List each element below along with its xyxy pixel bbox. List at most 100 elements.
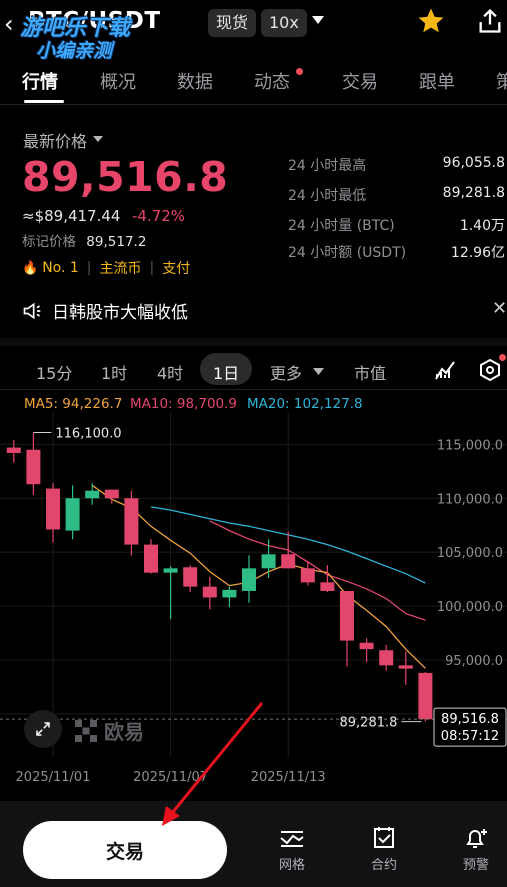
payment-tag[interactable]: 支付 [162,258,190,278]
okx-logo-icon [75,719,97,742]
last-price: 89,516.8 [22,153,229,201]
candle-body[interactable] [163,568,178,573]
back-icon[interactable]: ‹ [4,10,14,38]
candle-body[interactable] [144,544,158,573]
candle-body[interactable] [418,672,433,720]
interval-more[interactable]: 更多 [270,360,302,384]
mark-price-label: 标记价格 [22,234,76,250]
x-tick-label: 2025/11/01 [16,770,91,785]
interval-1h[interactable]: 1时 [101,360,127,384]
chevron-down-icon [93,136,104,142]
candle-body[interactable] [300,568,315,583]
countdown-label: 08:57:12 [441,729,499,744]
y-tick-label: 115,000.0 [437,438,503,453]
last-price-tag: 89,516.8 [441,712,499,727]
tab-data[interactable]: 数据 [177,68,213,94]
indicator-icon[interactable] [433,358,457,382]
rank-tag[interactable]: No. 1 [42,260,79,276]
x-tick-label: 2025/11/07 [133,770,208,785]
leverage-badge[interactable]: 10x [261,9,307,37]
stat-label: 24 小时量 (BTC) [288,218,395,234]
stat-label: 24 小时最高 [288,158,367,174]
interval-4h[interactable]: 4时 [157,360,183,384]
grid-button[interactable]: 网格 [262,826,322,873]
candle-body[interactable] [320,582,335,591]
chevron-down-icon [313,368,324,375]
tab-trade[interactable]: 交易 [342,68,378,94]
interval-15m[interactable]: 15分 [36,360,72,384]
share-icon[interactable] [476,6,504,36]
alert-button[interactable]: 预警 [446,826,506,873]
high-price-label: 116,100.0 [55,426,121,441]
tabs-divider [0,104,507,105]
top-bar: ‹ BTC/USDT 游吧乐下载 小编亲测 现货 10x [0,0,507,62]
price-change-percent: -4.72% [132,207,186,225]
candle-body[interactable] [46,488,60,530]
close-icon[interactable]: ✕ [492,298,507,319]
candle-body[interactable] [242,568,256,591]
favorite-star-icon[interactable] [416,6,446,36]
contract-label: 合约 [370,858,397,873]
stat-value: 89,281.8 [442,185,505,201]
fullscreen-button[interactable] [24,710,62,748]
active-tab-indicator [24,100,64,103]
candle-body[interactable] [104,489,119,499]
chart-settings-icon[interactable] [478,358,502,382]
candle-body[interactable] [65,498,80,531]
candle-body[interactable] [124,498,139,545]
main-tabs: 行情 概况 数据 动态 交易 跟单 策 [0,62,507,102]
tag-divider: | [149,260,155,276]
stat-label: 24 小时最低 [288,188,367,204]
news-text: 日韩股市大幅收低 [52,303,188,323]
spot-badge[interactable]: 现货 [208,9,257,37]
candle-body[interactable] [359,642,374,650]
ma10-legend: MA10: 98,700.9 [130,396,238,412]
tab-market[interactable]: 行情 [22,68,58,94]
last-price-label: 最新价格 [23,132,88,151]
stat-value: 96,055.8 [442,155,505,171]
trade-button[interactable]: 交易 [23,821,227,879]
stat-label: 24 小时额 (USDT) [288,245,407,261]
expand-icon [36,722,50,736]
candle-body[interactable] [202,586,217,598]
ma20-legend: MA20: 102,127.8 [247,396,363,412]
candle-body[interactable] [261,554,276,569]
candle-body[interactable] [222,589,237,598]
candle-body[interactable] [379,650,394,666]
mark-price-value: 89,517.2 [86,234,147,250]
candle-body[interactable] [340,590,354,641]
stat-value: 12.96亿 [450,245,505,261]
interval-1d[interactable]: 1日 [213,360,239,384]
y-tick-label: 100,000.0 [437,600,503,615]
interval-divider [0,389,507,390]
candle-body[interactable] [6,447,21,453]
okx-watermark: 欧易 [74,716,144,745]
contract-icon [374,827,394,848]
settings-notification-dot [499,354,506,361]
interval-market-cap[interactable]: 市值 [354,360,386,384]
tab-feed[interactable]: 动态 [254,68,290,94]
candle-body[interactable] [85,490,100,499]
contract-button[interactable]: 合约 [354,826,414,873]
low-price-label: 89,281.8 [340,716,398,731]
overlay-watermark-line2: 小编亲测 [36,40,113,62]
feed-notification-dot [296,68,303,75]
candle-body[interactable] [183,567,198,587]
candle-body[interactable] [281,554,296,569]
watermark-text: 欧易 [104,720,144,744]
tab-copy-trading[interactable]: 跟单 [419,68,455,94]
pair-dropdown-icon[interactable] [312,16,324,26]
candle-body[interactable] [26,449,41,485]
y-tick-label: 95,000.0 [445,654,503,669]
x-tick-label: 2025/11/13 [251,770,326,785]
last-price-selector[interactable]: 最新价格 [23,128,104,152]
candle-body[interactable] [398,665,413,669]
megaphone-icon [23,302,41,319]
tab-strategy[interactable]: 策 [496,68,507,94]
tag-divider: | [86,260,92,276]
bell-plus-icon [466,829,487,848]
news-banner[interactable]: 日韩股市大幅收低 ✕ [22,298,507,323]
y-tick-label: 105,000.0 [437,546,503,561]
mainstream-tag[interactable]: 主流币 [100,258,142,278]
tab-overview[interactable]: 概况 [100,68,136,94]
